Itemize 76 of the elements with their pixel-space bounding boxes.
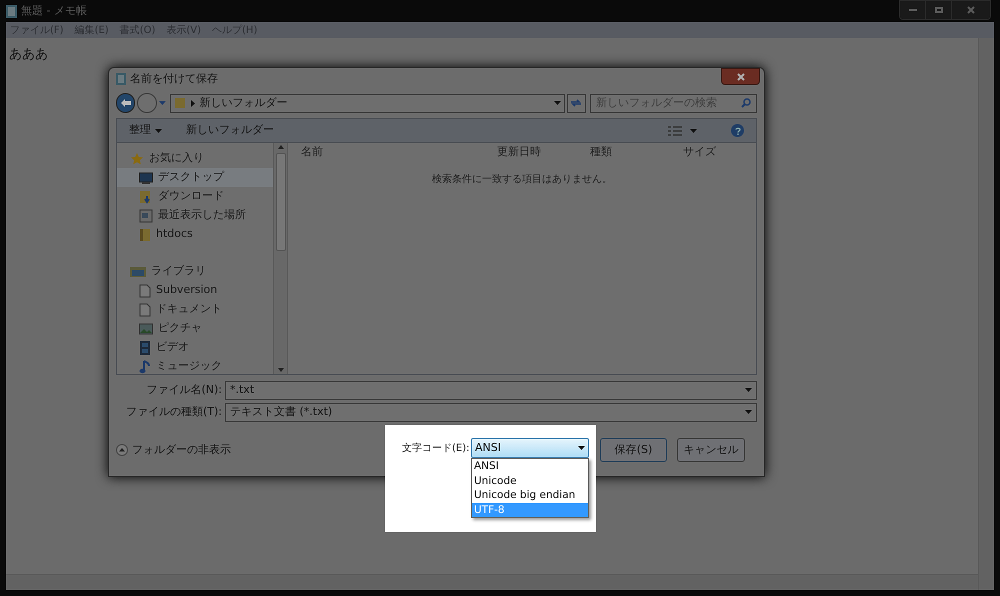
caret-icon (155, 128, 162, 132)
back-arrow-icon (120, 99, 131, 107)
save-button[interactable]: 保存(S) (600, 438, 667, 462)
dropdown-option[interactable]: ANSI (472, 459, 588, 474)
monitor-icon (139, 172, 153, 184)
list-view-icon (668, 126, 682, 136)
notepad-icon (116, 73, 126, 85)
close-icon (736, 72, 744, 80)
nav-item[interactable]: お気に入り (117, 149, 273, 168)
scroll-up-icon (278, 145, 284, 149)
back-button[interactable] (116, 93, 136, 113)
refresh-button[interactable] (566, 94, 586, 112)
nav-item[interactable]: ビデオ (117, 338, 273, 357)
collapse-icon (116, 444, 128, 456)
scroll-down-icon (278, 368, 284, 372)
field-label: ファイル名(N): (145, 382, 222, 398)
close-button[interactable] (721, 68, 760, 85)
caret-icon (745, 410, 752, 414)
address-bar[interactable]: 新しいフォルダー (170, 94, 565, 112)
caret-icon (554, 101, 561, 105)
nav-item[interactable]: ピクチャ (117, 319, 273, 338)
nav-item[interactable]: ダウンロード (117, 187, 273, 206)
folder-icon (174, 97, 186, 109)
notepad-icon (6, 4, 17, 18)
nav-item[interactable]: デスクトップ (117, 168, 273, 187)
dropdown-option[interactable]: UTF-8 (472, 502, 588, 517)
document-icon (139, 302, 151, 316)
nav-item[interactable]: ライブラリ (117, 262, 273, 281)
file-name-field[interactable]: *.txt (225, 380, 757, 400)
close-icon (967, 6, 975, 14)
download-folder-icon (139, 190, 153, 204)
caret-icon (158, 101, 166, 105)
field-label: 文字コード(E): (402, 442, 470, 456)
nav-item[interactable]: 最近表示した場所 (117, 206, 273, 225)
hide-folders-button[interactable]: フォルダーの非表示 (116, 442, 231, 458)
field-label: ファイルの種類(T): (124, 404, 222, 420)
minimize-button[interactable] (900, 1, 926, 19)
nav-item[interactable]: htdocs (117, 225, 273, 244)
column-header[interactable]: サイズ (680, 144, 716, 161)
cancel-button[interactable]: キャンセル (677, 438, 745, 462)
picture-icon (139, 322, 153, 334)
document-text: あああ (9, 47, 48, 62)
column-header[interactable]: 種類 (587, 144, 680, 161)
column-header[interactable]: 名前 (288, 144, 494, 161)
empty-message: 検索条件に一致する項目はありません。 (432, 172, 612, 187)
dialog-title: 名前を付けて保存 (130, 70, 218, 87)
view-button[interactable] (668, 126, 697, 136)
document-icon (139, 284, 151, 298)
window-title: 無題 - メモ帳 (21, 2, 87, 19)
dropdown-option[interactable]: Unicode (472, 474, 588, 488)
caret-icon (745, 388, 752, 392)
recent-places-icon (139, 208, 153, 222)
new-folder-button[interactable]: 新しいフォルダー (186, 122, 274, 139)
caret-icon (578, 446, 585, 450)
nav-item[interactable]: ドキュメント (117, 300, 273, 319)
maximize-button[interactable] (926, 1, 952, 19)
organize-button[interactable]: 整理 (129, 122, 162, 139)
music-note-icon (139, 360, 151, 374)
star-icon (130, 152, 144, 166)
column-header[interactable]: 更新日時 (494, 144, 587, 161)
chevron-icon (190, 100, 195, 106)
dropdown-option[interactable]: Unicode big endian (472, 488, 588, 502)
search-icon (741, 98, 751, 108)
scroll-thumb[interactable] (276, 153, 286, 251)
library-icon (130, 266, 146, 278)
folder-icon (139, 228, 151, 242)
file-type-select[interactable]: テキスト文書 (*.txt) (225, 402, 757, 422)
nav-item[interactable]: ミュージック (117, 357, 273, 376)
encoding-select[interactable]: ANSI (471, 438, 589, 458)
help-button[interactable] (731, 124, 744, 137)
help-icon (734, 126, 740, 134)
refresh-icon (570, 98, 582, 108)
film-icon (139, 340, 151, 354)
caret-icon (690, 128, 697, 132)
nav-item[interactable]: Subversion (117, 281, 273, 300)
address-text: 新しいフォルダー (200, 94, 289, 111)
